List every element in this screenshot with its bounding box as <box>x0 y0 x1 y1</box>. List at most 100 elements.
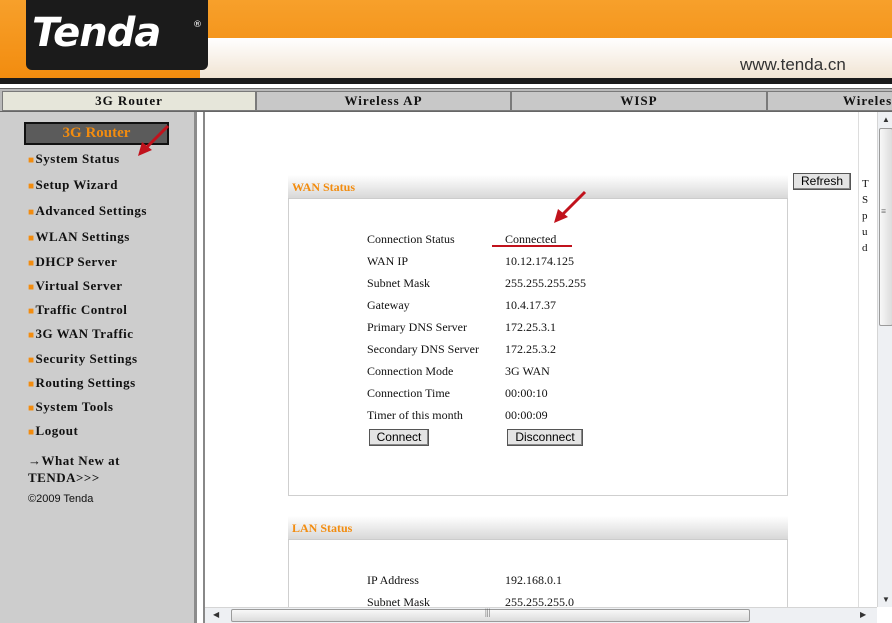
refresh-button[interactable]: Refresh <box>793 173 851 190</box>
sidebar-item-3g-wan-traffic[interactable]: ■3G WAN Traffic <box>28 326 134 342</box>
row-value: 172.25.3.1 <box>505 320 556 334</box>
row-label: Secondary DNS Server <box>367 342 479 356</box>
sidebar-item-logout[interactable]: ■Logout <box>28 423 78 439</box>
bullet-icon: ■ <box>28 306 35 317</box>
bullet-icon: ■ <box>28 181 35 192</box>
sidebar-item-label: System Tools <box>35 399 114 414</box>
sidebar-item-wlan-settings[interactable]: ■WLAN Settings <box>28 229 130 245</box>
annotation-underline <box>492 245 572 247</box>
row-value: 3G WAN <box>505 364 550 378</box>
bullet-icon: ■ <box>28 155 35 166</box>
sidebar-item-label: Virtual Server <box>35 278 123 293</box>
lan-status-header: LAN Status <box>288 516 788 540</box>
help-char: u <box>862 226 868 238</box>
help-char: T <box>862 178 869 190</box>
row-label: Subnet Mask <box>367 595 430 607</box>
scroll-down-icon[interactable]: ▼ <box>882 595 890 604</box>
bullet-icon: ■ <box>28 403 35 414</box>
grip-icon: ||| <box>485 607 491 617</box>
tab-3g-router[interactable]: 3G Router <box>2 91 256 111</box>
section-title: LAN Status <box>292 521 353 535</box>
sidebar-item-label: DHCP Server <box>35 254 118 269</box>
scroll-right-icon[interactable]: ▶ <box>860 610 866 619</box>
tab-wireless-ap[interactable]: Wireless AP <box>256 91 511 111</box>
header-divider <box>0 78 892 84</box>
sidebar-item-label: WLAN Settings <box>35 229 130 244</box>
bullet-icon: ■ <box>28 233 35 244</box>
row-value: 192.168.0.1 <box>505 573 562 587</box>
sidebar-item-label: Setup Wizard <box>35 177 118 192</box>
vertical-scrollbar[interactable]: ▲ ≡ ▼ <box>877 112 892 607</box>
header: Tenda ® www.tenda.cn <box>0 0 892 84</box>
scroll-thumb[interactable] <box>879 128 892 326</box>
sidebar-item-label: Logout <box>35 423 79 438</box>
connect-button[interactable]: Connect <box>369 429 429 446</box>
main-panel: WAN Status Connection Status Connected W… <box>203 112 892 623</box>
row-label: IP Address <box>367 573 419 587</box>
grip-icon: ≡ <box>881 206 887 216</box>
help-char: S <box>862 194 869 206</box>
bullet-icon: ■ <box>28 355 35 366</box>
sidebar-item-traffic-control[interactable]: ■Traffic Control <box>28 302 127 318</box>
row-label: Connection Status <box>367 232 455 246</box>
scroll-up-icon[interactable]: ▲ <box>882 115 890 124</box>
sidebar-item-system-status[interactable]: ■System Status <box>28 151 120 167</box>
horizontal-scrollbar[interactable]: ◀ ||| ▶ <box>205 607 877 623</box>
bullet-icon: ■ <box>28 330 35 341</box>
sidebar-item-system-tools[interactable]: ■System Tools <box>28 399 113 415</box>
sidebar-item-label: 3G WAN Traffic <box>35 326 134 341</box>
row-value: 255.255.255.255 <box>505 276 586 290</box>
help-text: T S p u d <box>862 176 869 256</box>
sidebar: 3G Router ■System Status ■Setup Wizard ■… <box>0 112 197 623</box>
annotation-arrow-icon <box>138 124 170 156</box>
help-char: d <box>862 242 868 254</box>
wan-status-header: WAN Status <box>288 175 788 199</box>
help-char: p <box>862 210 868 222</box>
row-value: 10.12.174.125 <box>505 254 574 268</box>
bullet-icon: ■ <box>28 258 35 269</box>
bullet-icon: ■ <box>28 282 35 293</box>
sidebar-item-setup-wizard[interactable]: ■Setup Wizard <box>28 177 118 193</box>
registered-mark: ® <box>193 20 202 30</box>
row-value: 00:00:09 <box>505 408 548 422</box>
sidebar-item-label: System Status <box>35 151 120 166</box>
tab-wireless[interactable]: Wireless <box>767 91 892 111</box>
sidebar-item-label: Routing Settings <box>35 375 136 390</box>
site-url[interactable]: www.tenda.cn <box>740 55 846 75</box>
sidebar-item-label: Security Settings <box>35 351 138 366</box>
annotation-arrow-icon <box>554 190 587 223</box>
row-label: Subnet Mask <box>367 276 430 290</box>
row-value: 10.4.17.37 <box>505 298 556 312</box>
sidebar-item-security-settings[interactable]: ■Security Settings <box>28 351 138 367</box>
sidebar-item-label: Advanced Settings <box>35 203 147 218</box>
status-content: WAN Status Connection Status Connected W… <box>205 112 858 607</box>
row-label: Gateway <box>367 298 410 312</box>
help-panel: T S p u d <box>858 112 877 607</box>
row-label: Timer of this month <box>367 408 463 422</box>
row-value: 172.25.3.2 <box>505 342 556 356</box>
whats-new-line1: →What New at <box>28 453 120 468</box>
tab-wisp[interactable]: WISP <box>511 91 767 111</box>
bullet-icon: ■ <box>28 427 35 438</box>
mode-tabs: 3G Router Wireless AP WISP Wireless <box>0 88 892 112</box>
bullet-icon: ■ <box>28 379 35 390</box>
scroll-thumb[interactable] <box>231 609 750 622</box>
row-value: 00:00:10 <box>505 386 548 400</box>
section-title: WAN Status <box>292 180 356 194</box>
whats-new-link[interactable]: →What New at TENDA>>> <box>28 452 120 486</box>
sidebar-item-label: Traffic Control <box>35 302 128 317</box>
sidebar-item-dhcp-server[interactable]: ■DHCP Server <box>28 254 117 270</box>
logo-text: Tenda <box>32 10 161 56</box>
copyright: ©2009 Tenda <box>28 493 94 505</box>
row-label: Connection Time <box>367 386 451 400</box>
scroll-left-icon[interactable]: ◀ <box>213 610 219 619</box>
row-label: Primary DNS Server <box>367 320 467 334</box>
sidebar-item-virtual-server[interactable]: ■Virtual Server <box>28 278 123 294</box>
row-label: Connection Mode <box>367 364 454 378</box>
bullet-icon: ■ <box>28 207 35 218</box>
sidebar-item-advanced-settings[interactable]: ■Advanced Settings <box>28 203 147 219</box>
sidebar-item-routing-settings[interactable]: ■Routing Settings <box>28 375 136 391</box>
disconnect-button[interactable]: Disconnect <box>507 429 583 446</box>
row-value: 255.255.255.0 <box>505 595 574 607</box>
whats-new-line2: TENDA>>> <box>28 470 100 485</box>
